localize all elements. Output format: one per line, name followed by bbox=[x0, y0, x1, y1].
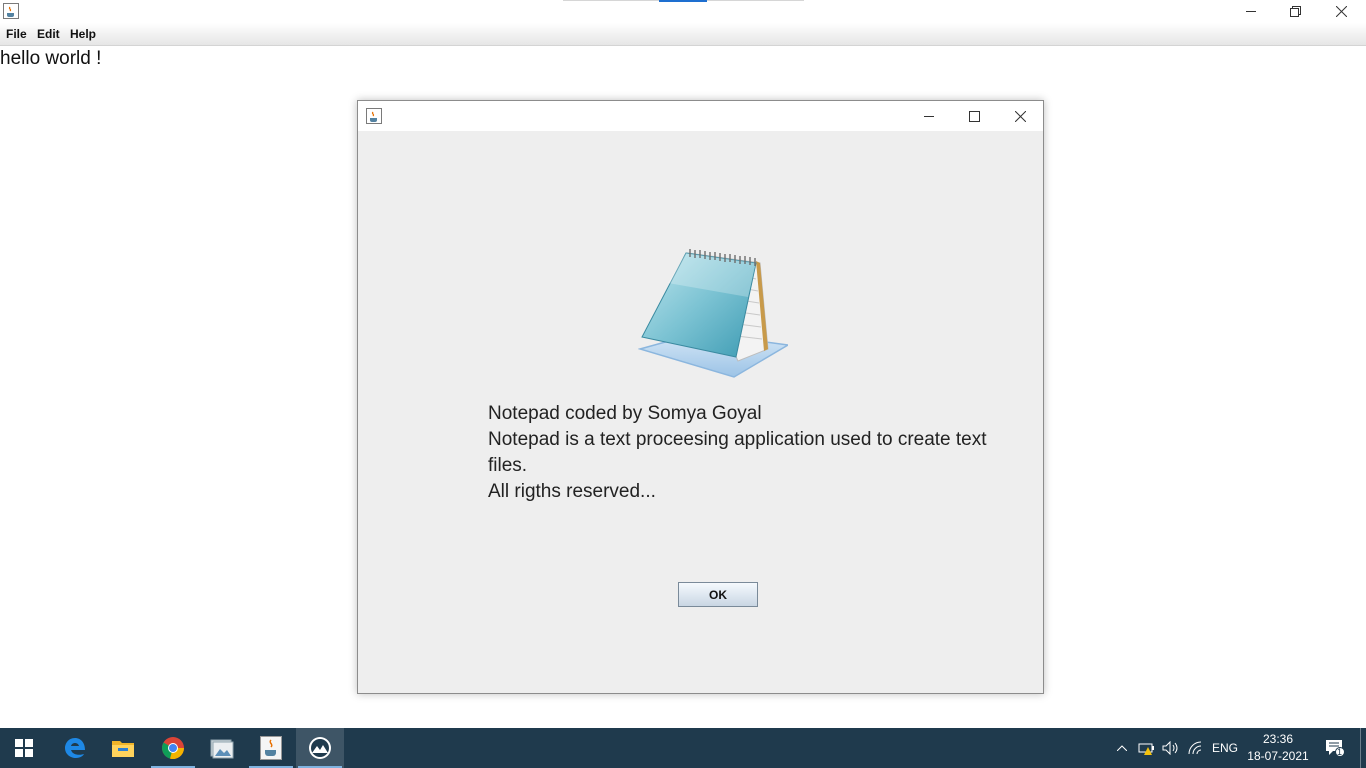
menu-edit[interactable]: Edit bbox=[35, 26, 62, 42]
java-app-icon[interactable] bbox=[3, 3, 19, 19]
photos-icon bbox=[210, 739, 234, 759]
about-dialog: Notepad coded by Somya Goyal Notepad is … bbox=[357, 100, 1044, 694]
java-app-icon bbox=[309, 737, 331, 759]
show-desktop-button[interactable] bbox=[1360, 728, 1361, 768]
restore-icon bbox=[1289, 5, 1301, 17]
taskbar-chrome[interactable] bbox=[149, 728, 197, 768]
chevron-up-icon bbox=[1117, 745, 1127, 751]
wifi-icon bbox=[1188, 741, 1202, 755]
taskbar-photos[interactable] bbox=[198, 728, 246, 768]
speaker-icon bbox=[1162, 741, 1178, 755]
dialog-body: Notepad coded by Somya Goyal Notepad is … bbox=[358, 131, 1043, 693]
show-hidden-icons-button[interactable] bbox=[1113, 728, 1131, 768]
chrome-icon bbox=[162, 737, 185, 760]
dialog-maximize-button[interactable] bbox=[951, 101, 997, 131]
editor-text: hello world ! bbox=[0, 48, 102, 69]
menu-help[interactable]: Help bbox=[68, 26, 98, 42]
wifi-tray[interactable] bbox=[1186, 728, 1206, 768]
close-icon bbox=[1335, 5, 1347, 17]
file-explorer-icon bbox=[112, 741, 134, 757]
ok-button[interactable]: OK bbox=[678, 582, 758, 607]
windows-start-icon bbox=[15, 739, 33, 757]
notepad-logo-icon bbox=[637, 245, 791, 379]
about-message: Notepad coded by Somya Goyal Notepad is … bbox=[488, 401, 988, 505]
dialog-title-bar[interactable] bbox=[358, 101, 1043, 131]
clock-date: 18-07-2021 bbox=[1247, 749, 1309, 763]
java-icon bbox=[260, 736, 282, 760]
close-icon bbox=[1014, 110, 1026, 122]
volume-tray[interactable] bbox=[1161, 728, 1181, 768]
minimize-button[interactable] bbox=[1228, 0, 1274, 22]
restore-button[interactable] bbox=[1272, 0, 1318, 22]
title-accent bbox=[659, 0, 707, 2]
language-indicator[interactable]: ENG bbox=[1212, 741, 1238, 755]
edge-icon bbox=[65, 738, 85, 758]
battery-warning-icon bbox=[1138, 743, 1154, 755]
maximize-icon bbox=[968, 110, 980, 122]
clock-time: 23:36 bbox=[1262, 732, 1294, 746]
taskbar-java[interactable] bbox=[247, 728, 295, 768]
java-app-icon bbox=[366, 108, 382, 124]
network-warning-tray[interactable] bbox=[1137, 728, 1157, 768]
minimize-icon bbox=[1246, 11, 1256, 12]
clock[interactable]: 23:36 18-07-2021 bbox=[1240, 731, 1316, 765]
about-line-description: Notepad is a text proceesing application… bbox=[488, 429, 987, 476]
minimize-icon bbox=[924, 116, 934, 117]
about-line-author: Notepad coded by Somya Goyal bbox=[488, 403, 762, 424]
about-line-rights: All rigths reserved... bbox=[488, 481, 656, 502]
start-button[interactable] bbox=[0, 728, 48, 768]
taskbar-file-explorer[interactable] bbox=[99, 728, 147, 768]
main-title-bar[interactable] bbox=[0, 0, 1366, 23]
taskbar: ENG 23:36 18-07-2021 1 bbox=[0, 728, 1366, 768]
taskbar-edge[interactable] bbox=[51, 728, 99, 768]
menu-bar: File Edit Help bbox=[0, 23, 1366, 46]
notification-count: 1 bbox=[1337, 747, 1343, 757]
close-button[interactable] bbox=[1318, 0, 1364, 22]
taskbar-java-app[interactable] bbox=[296, 728, 344, 768]
menu-file[interactable]: File bbox=[4, 26, 29, 42]
dialog-minimize-button[interactable] bbox=[906, 101, 952, 131]
action-center-button[interactable]: 1 bbox=[1322, 728, 1348, 768]
dialog-close-button[interactable] bbox=[997, 101, 1043, 131]
